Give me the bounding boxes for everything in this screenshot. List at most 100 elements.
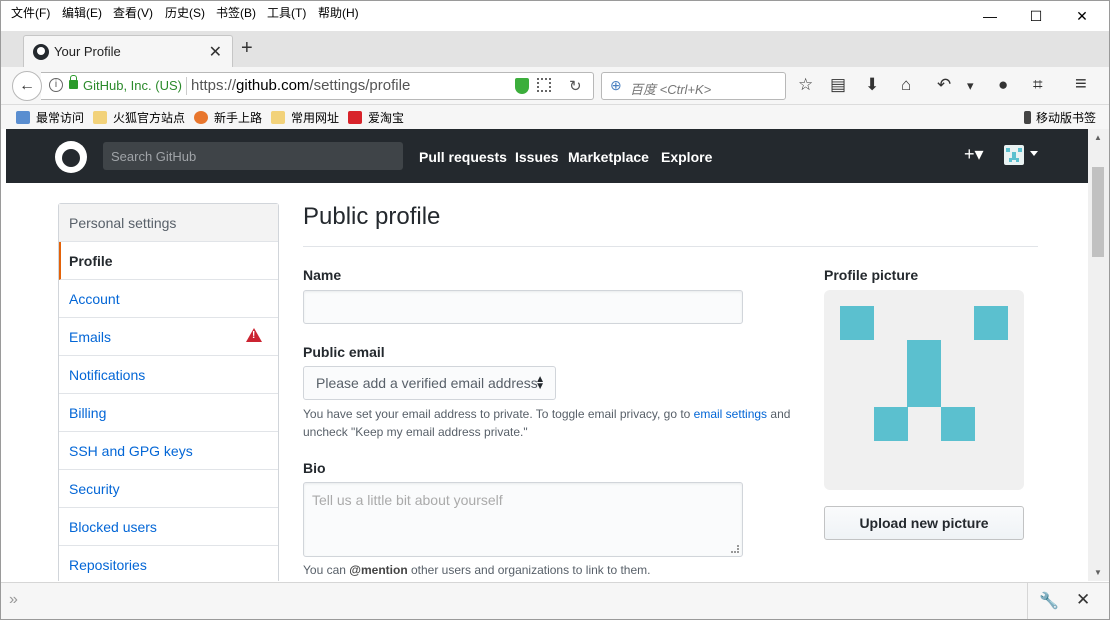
email-note-uncheck: uncheck "Keep my email address private.": [303, 425, 528, 439]
github-favicon-icon: [33, 44, 49, 60]
minimize-button[interactable]: —: [967, 1, 1013, 31]
undo-icon[interactable]: ↶: [937, 75, 951, 95]
menu-view[interactable]: 查看(V): [113, 4, 153, 21]
bookmark-getting-started[interactable]: 新手上路: [194, 109, 262, 126]
wrench-icon[interactable]: 🔧: [1039, 591, 1059, 611]
email-settings-link[interactable]: email settings: [694, 407, 767, 421]
download-icon[interactable]: ⬇: [865, 75, 879, 95]
menu-file[interactable]: 文件(F): [11, 4, 50, 21]
scroll-up-icon[interactable]: ▲: [1094, 133, 1102, 142]
new-tab-button[interactable]: +: [241, 37, 253, 60]
hamburger-menu-icon[interactable]: ≡: [1075, 73, 1087, 96]
scroll-down-icon[interactable]: ▼: [1094, 568, 1102, 577]
search-engine-icon[interactable]: ⊕: [610, 77, 622, 94]
mobile-icon: [1024, 111, 1031, 124]
tab-your-profile[interactable]: Your Profile ✕: [23, 35, 233, 67]
firefox-icon: [194, 111, 208, 124]
bookmark-star-icon[interactable]: ☆: [798, 75, 813, 95]
public-email-value: Please add a verified email address: [316, 375, 538, 391]
bio-note-text: You can: [303, 563, 346, 577]
site-info-icon[interactable]: i: [49, 78, 63, 92]
url-host: github.com: [236, 77, 310, 94]
browser-window: 文件(F) 编辑(E) 查看(V) 历史(S) 书签(B) 工具(T) 帮助(H…: [0, 0, 1110, 620]
sidebar-item-repositories[interactable]: Repositories: [59, 546, 278, 581]
dropdown-icon[interactable]: ▾: [967, 78, 974, 94]
chat-icon[interactable]: ●: [998, 75, 1008, 95]
sidebar-item-notifications[interactable]: Notifications: [59, 356, 278, 394]
create-new-button[interactable]: +▾: [964, 144, 984, 165]
url-path: /settings/profile: [309, 77, 411, 94]
url-separator: [186, 77, 187, 95]
sidebar-item-blocked-users[interactable]: Blocked users: [59, 508, 278, 546]
tab-close-icon[interactable]: ✕: [209, 42, 222, 62]
menu-bookmarks[interactable]: 书签(B): [216, 4, 256, 21]
back-button[interactable]: ←: [12, 71, 42, 101]
email-note-and: and: [770, 407, 791, 421]
security-shield-icon[interactable]: [515, 78, 529, 94]
menu-bar: 文件(F) 编辑(E) 查看(V) 历史(S) 书签(B) 工具(T) 帮助(H…: [1, 1, 1109, 25]
folder-icon: [271, 111, 285, 124]
bio-note-text-2: other users and organizations to link to…: [411, 563, 651, 577]
bottom-bar: » 🔧 ✕: [1, 582, 1109, 619]
url-bar[interactable]: i GitHub, Inc. (US) https://github.com/s…: [41, 72, 594, 100]
page-content: Search GitHub Pull requests Issues Marke…: [6, 129, 1088, 581]
url-prefix: https://: [191, 77, 237, 94]
select-arrows-icon: ▲ ▼: [535, 374, 545, 392]
tab-strip: Your Profile ✕ +: [1, 31, 1109, 67]
github-search-input[interactable]: Search GitHub: [103, 142, 403, 170]
bookmark-label: 爱淘宝: [368, 111, 405, 125]
sidebar-item-ssh-gpg-keys[interactable]: SSH and GPG keys: [59, 432, 278, 470]
name-label: Name: [303, 267, 342, 283]
github-logo-icon[interactable]: [55, 141, 87, 173]
nav-pull-requests[interactable]: Pull requests: [419, 149, 507, 165]
avatar-caret-icon[interactable]: [1030, 151, 1038, 156]
menu-edit[interactable]: 编辑(E): [62, 4, 102, 21]
vertical-scrollbar[interactable]: ▲ ▼: [1088, 129, 1109, 581]
nav-marketplace[interactable]: Marketplace: [568, 149, 649, 165]
maximize-button[interactable]: ☐: [1013, 1, 1059, 31]
bookmark-label: 火狐官方站点: [113, 111, 186, 125]
reload-icon[interactable]: ↻: [569, 77, 582, 95]
reader-list-icon[interactable]: ▤: [830, 75, 846, 95]
user-avatar[interactable]: [1004, 145, 1024, 165]
nav-issues[interactable]: Issues: [515, 149, 559, 165]
bookmark-taobao[interactable]: 爱淘宝: [348, 109, 404, 126]
public-email-select[interactable]: Please add a verified email address ▲ ▼: [303, 366, 556, 400]
bookmark-official-site[interactable]: 火狐官方站点: [93, 109, 185, 126]
bookmark-common-sites[interactable]: 常用网址: [271, 109, 339, 126]
menu-history[interactable]: 历史(S): [165, 4, 205, 21]
folder-icon: [93, 111, 107, 124]
home-icon[interactable]: ⌂: [901, 75, 911, 95]
page-title: Public profile: [303, 203, 1038, 247]
qr-code-icon[interactable]: [537, 78, 551, 92]
divider: [1027, 583, 1028, 619]
sidebar-item-profile[interactable]: Profile: [59, 242, 278, 280]
sidebar-item-security[interactable]: Security: [59, 470, 278, 508]
site-identity: GitHub, Inc. (US): [83, 78, 182, 93]
nav-explore[interactable]: Explore: [661, 149, 712, 165]
menu-tools[interactable]: 工具(T): [267, 4, 306, 21]
close-window-button[interactable]: ✕: [1059, 1, 1105, 31]
sidebar-item-account[interactable]: Account: [59, 280, 278, 318]
search-input[interactable]: ⊕ 百度 <Ctrl+K>: [601, 72, 786, 100]
scroll-thumb[interactable]: [1092, 167, 1104, 257]
profile-form: Public profile Name Public email Please …: [303, 203, 1038, 577]
warning-icon: [246, 328, 262, 342]
resize-grip-icon[interactable]: [731, 545, 739, 553]
close-icon[interactable]: ✕: [1076, 590, 1090, 610]
double-chevron-icon[interactable]: »: [9, 591, 18, 609]
upload-picture-button[interactable]: Upload new picture: [824, 506, 1024, 540]
lock-icon: [69, 75, 78, 89]
name-field[interactable]: [303, 290, 743, 324]
github-header: Search GitHub Pull requests Issues Marke…: [6, 129, 1088, 183]
taobao-icon: [348, 111, 362, 124]
mobile-bookmarks[interactable]: 移动版书签: [1024, 109, 1096, 126]
bio-textarea[interactable]: Tell us a little bit about yourself: [303, 482, 743, 557]
sidebar-item-emails[interactable]: Emails: [59, 318, 278, 356]
menu-help[interactable]: 帮助(H): [318, 4, 359, 21]
url-text[interactable]: https://github.com/settings/profile: [191, 77, 410, 94]
settings-sidebar: Personal settings Profile Account Emails…: [58, 203, 279, 581]
crop-icon[interactable]: ⌗: [1033, 75, 1043, 95]
bookmark-most-visited[interactable]: 最常访问: [16, 109, 84, 126]
sidebar-item-billing[interactable]: Billing: [59, 394, 278, 432]
